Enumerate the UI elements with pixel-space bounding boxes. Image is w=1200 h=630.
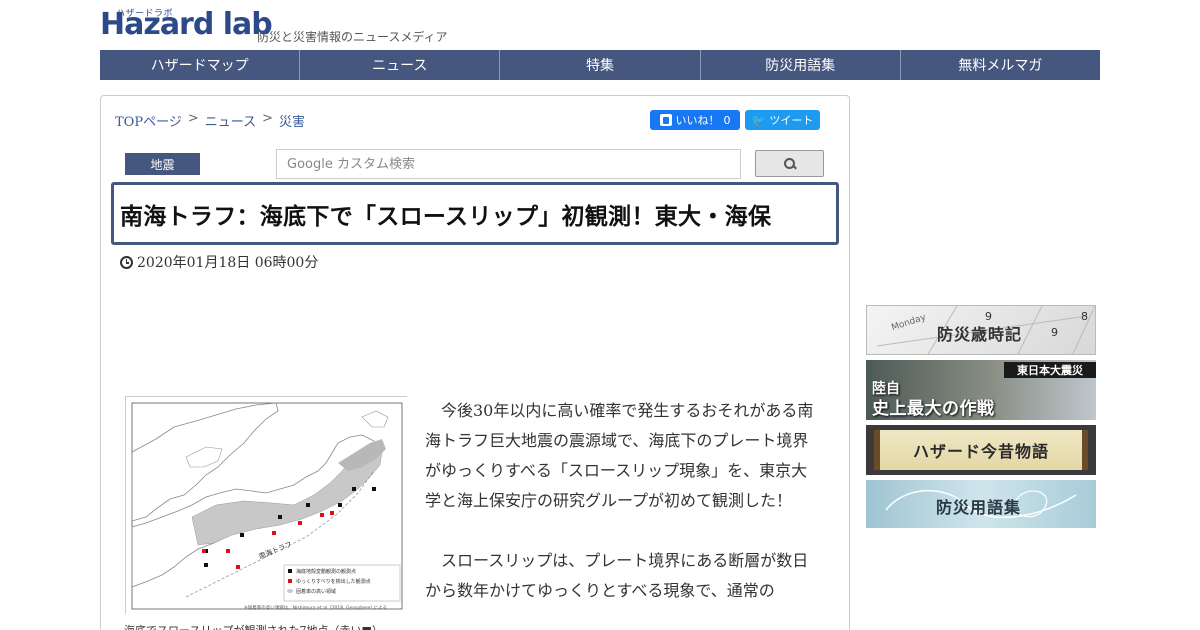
nav-item-glossary[interactable]: 防災用語集 xyxy=(701,50,901,80)
clock-icon xyxy=(120,255,133,269)
scroll-graphic: ハザード今昔物語 xyxy=(874,430,1088,470)
banner-label: ハザード今昔物語 xyxy=(912,442,1049,461)
legend-observation: 海底地殻変動観測の観測点 xyxy=(296,568,356,575)
banner-label: 防災用語集 xyxy=(936,498,1022,517)
article-title-box: 南海トラフ：海底下で「スロースリップ」初観測！東大・海保 xyxy=(111,182,839,245)
nav-item-news[interactable]: ニュース xyxy=(300,50,501,80)
banner-jsdf-operation[interactable]: 東日本大震災 陸自 史上最大の作戦 xyxy=(866,360,1096,420)
banner-tag: 東日本大震災 xyxy=(1004,362,1096,378)
facebook-thumb-icon xyxy=(659,114,672,126)
breadcrumb-separator: > xyxy=(187,111,199,126)
legend-coupling: 固着率の高い領域 xyxy=(296,588,336,595)
image-caption: 海底でスロースリップが観測された7地点（赤い■） xyxy=(124,622,383,630)
nav-item-features[interactable]: 特集 xyxy=(500,50,701,80)
site-logo[interactable]: ハザードラボ Hazard lab xyxy=(100,9,273,40)
search-input[interactable] xyxy=(277,150,740,178)
banner-glossary[interactable]: 防災用語集 xyxy=(866,480,1096,528)
social-buttons: いいね！ 0 🐦 ツイート xyxy=(650,110,820,130)
site-tagline: 防災と災害情報のニュースメディア xyxy=(257,30,448,44)
breadcrumb-separator: > xyxy=(262,111,273,126)
like-label: いいね！ xyxy=(675,114,720,127)
banner-bousai-saijiki[interactable]: Monday 9 8 9 防災歳時記 xyxy=(866,305,1096,355)
banner-label: 防災歳時記 xyxy=(937,325,1023,344)
nav-item-hazard-map[interactable]: ハザードマップ xyxy=(100,50,301,80)
breadcrumb-disaster[interactable]: 災害 xyxy=(279,111,305,130)
article-paragraph: スロースリップは、プレート境界にある断層が数日から数年かけてゆっくりとすべる現象… xyxy=(425,551,809,600)
article-body: 今後30年以内に高い確率で発生するおそれがある南海トラフ巨大地震の震源域で、海底… xyxy=(425,396,820,630)
article-title: 南海トラフ：海底下で「スロースリップ」初観測！東大・海保 xyxy=(120,203,772,230)
like-count: 0 xyxy=(723,113,731,127)
article-date: 2020年01月18日 06時00分 xyxy=(120,252,318,272)
twitter-bird-icon: 🐦 xyxy=(751,113,766,127)
category-tag[interactable]: 地震 xyxy=(125,153,200,175)
nav-item-newsletter[interactable]: 無料メルマガ xyxy=(901,50,1100,80)
tweet-label: ツイート xyxy=(769,114,814,127)
article-paragraph: 今後30年以内に高い確率で発生するおそれがある南海トラフ巨大地震の震源域で、海底… xyxy=(425,401,814,510)
breadcrumb-news[interactable]: ニュース xyxy=(205,111,256,130)
main-nav: ハザードマップ ニュース 特集 防災用語集 無料メルマガ xyxy=(100,50,1100,80)
tweet-button[interactable]: 🐦 ツイート xyxy=(745,110,820,130)
article-image[interactable]: 南海トラフ 海底地殻変動観測の観測点 ゆっくりすべりを検出した観測点 固着率の高… xyxy=(125,396,408,615)
logo-kana: ハザードラボ xyxy=(116,9,174,19)
map-note: ※固着率の高い領域は、Nishimura et al. [2018, Geosp… xyxy=(244,604,387,611)
date-text: 2020年01月18日 06時00分 xyxy=(137,255,319,271)
banner-line2: 史上最大の作戦 xyxy=(872,399,995,419)
nankai-trough-map: 南海トラフ 海底地殻変動観測の観測点 ゆっくりすべりを検出した観測点 固着率の高… xyxy=(126,397,408,615)
search-box xyxy=(276,149,741,179)
breadcrumb-top[interactable]: TOPページ xyxy=(115,111,182,130)
breadcrumb: TOPページ > ニュース > 災害 xyxy=(115,111,305,130)
banner-hazard-konjaku[interactable]: ハザード今昔物語 xyxy=(866,425,1096,475)
search-icon xyxy=(783,157,796,170)
legend-sse: ゆっくりすべりを検出した観測点 xyxy=(296,578,371,585)
search-button[interactable] xyxy=(755,150,824,177)
facebook-like-button[interactable]: いいね！ 0 xyxy=(650,110,740,130)
calendar-number: 9 xyxy=(1051,326,1058,339)
calendar-number: 8 xyxy=(1081,310,1088,323)
